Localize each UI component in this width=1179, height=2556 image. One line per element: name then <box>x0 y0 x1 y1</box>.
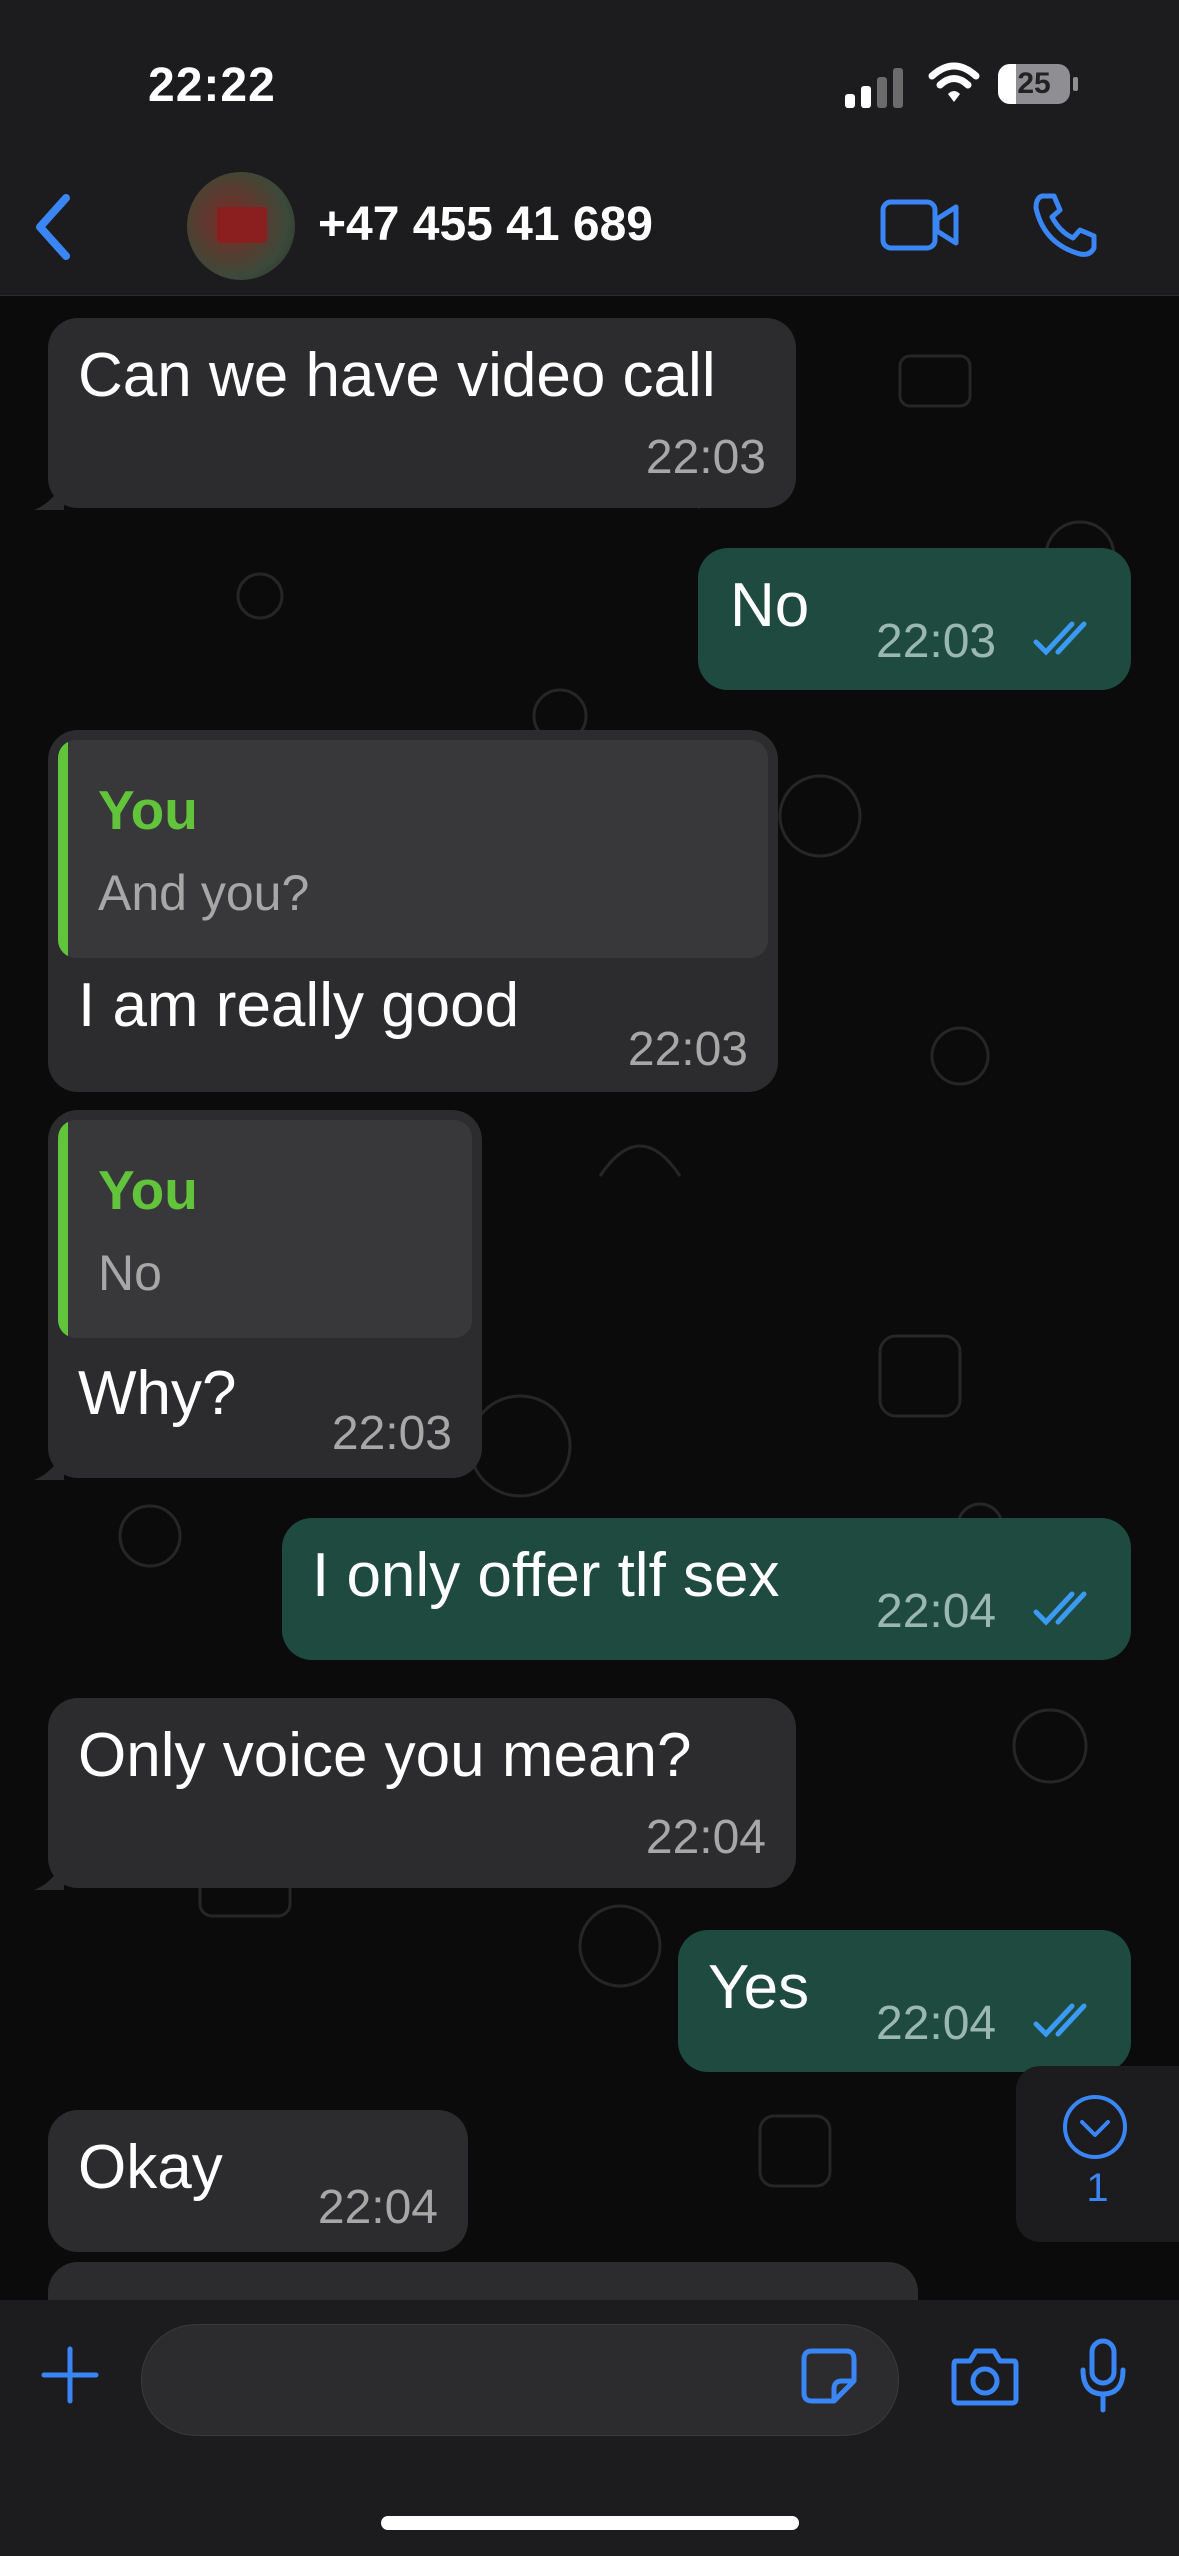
message-input[interactable] <box>141 2324 899 2436</box>
battery-level: 25 <box>1017 67 1051 100</box>
message-time: 22:03 <box>645 431 766 484</box>
message-text: Yes <box>708 1953 810 2022</box>
message-text: I only offer tlf sex <box>312 1541 780 1610</box>
message-bubble-incoming-partial[interactable] <box>48 2262 918 2300</box>
message-text: Can we have video call <box>78 341 716 410</box>
message-text: Why? <box>78 1359 237 1428</box>
reply-quote[interactable]: You No <box>58 1120 472 1338</box>
message-bubble-outgoing[interactable]: Yes 22:04 <box>678 1930 1131 2072</box>
message-time: 22:03 <box>331 1407 452 1460</box>
bubble-tail <box>34 480 64 510</box>
message-bubble-incoming[interactable]: You No Why? 22:03 <box>48 1110 482 1478</box>
status-bar: 22:22 25 <box>0 0 1179 160</box>
message-time: 22:03 <box>876 615 997 668</box>
sticker-icon[interactable] <box>800 2347 858 2405</box>
status-time: 22:22 <box>148 59 276 112</box>
bubble-tail <box>34 1860 64 1890</box>
camera-icon[interactable] <box>950 2345 1020 2407</box>
message-time: 22:04 <box>876 1997 997 2050</box>
contact-avatar[interactable] <box>187 172 295 280</box>
message-bubble-outgoing[interactable]: I only offer tlf sex 22:04 <box>282 1518 1131 1660</box>
message-text: I am really good <box>78 971 520 1040</box>
message-text: No <box>730 571 810 640</box>
message-bubble-incoming[interactable]: Only voice you mean? 22:04 <box>48 1698 796 1888</box>
plus-icon[interactable] <box>40 2345 100 2405</box>
video-call-icon[interactable] <box>880 195 960 255</box>
reply-quote[interactable]: You And you? <box>58 740 768 958</box>
unread-count-badge: 1 <box>1086 2166 1109 2210</box>
bubble-tail <box>34 1450 64 1480</box>
reply-quote-text: And you? <box>98 865 310 921</box>
reply-quote-name: You <box>98 1159 198 1221</box>
message-bubble-incoming[interactable]: Okay 22:04 <box>48 2110 468 2252</box>
battery-indicator: 25 <box>998 64 1078 104</box>
message-time: 22:04 <box>876 1585 997 1638</box>
read-receipt-icon <box>1033 1591 1087 1626</box>
message-list[interactable]: Can we have video call 22:03 No 22:03 Yo… <box>0 296 1179 2300</box>
contact-name[interactable]: +47 455 41 689 <box>318 197 653 252</box>
message-bubble-incoming[interactable]: Can we have video call 22:03 <box>48 318 796 508</box>
message-time: 22:04 <box>645 1811 766 1864</box>
microphone-icon[interactable] <box>1078 2338 1128 2414</box>
reply-quote-text: No <box>98 1245 162 1301</box>
home-indicator <box>381 2516 799 2530</box>
wifi-icon <box>928 62 980 102</box>
read-receipt-icon <box>1033 621 1087 656</box>
cellular-signal-icon <box>845 64 905 108</box>
message-time: 22:04 <box>317 2181 438 2234</box>
message-bubble-outgoing[interactable]: No 22:03 <box>698 548 1131 690</box>
scroll-to-bottom-button[interactable]: 1 <box>1016 2066 1179 2242</box>
read-receipt-icon <box>1033 2003 1087 2038</box>
chat-header: +47 455 41 689 <box>0 160 1179 296</box>
message-bubble-incoming[interactable]: You And you? I am really good 22:03 <box>48 730 778 1092</box>
message-time: 22:03 <box>627 1023 748 1076</box>
voice-call-icon[interactable] <box>1030 190 1100 260</box>
message-text: Okay <box>78 2133 223 2202</box>
back-chevron-icon[interactable] <box>22 182 82 272</box>
message-text: Only voice you mean? <box>78 1721 692 1790</box>
scroll-down-icon <box>1063 2095 1127 2159</box>
reply-quote-name: You <box>98 779 198 841</box>
